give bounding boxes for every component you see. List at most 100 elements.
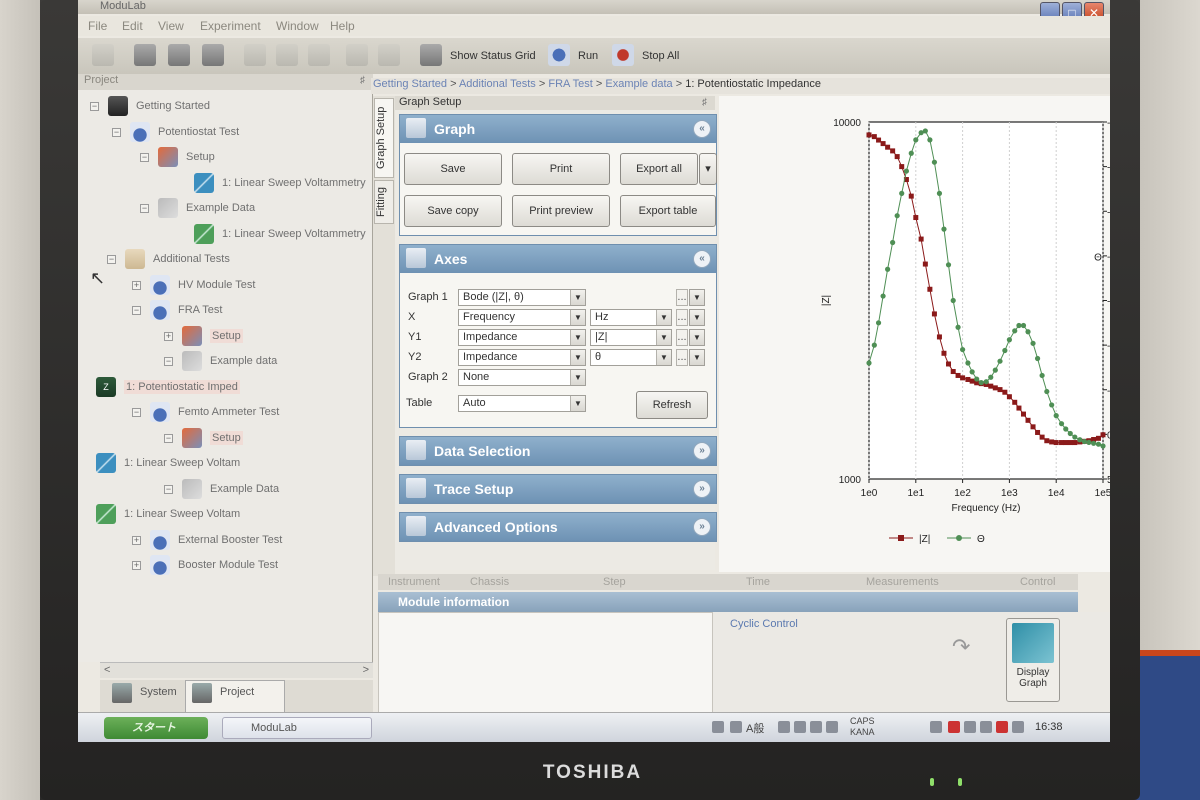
breadcrumb-item[interactable]: FRA Test bbox=[548, 78, 592, 90]
network-icon[interactable] bbox=[964, 721, 976, 733]
collapse-icon[interactable]: − bbox=[112, 127, 121, 137]
menu-edit[interactable]: Edit bbox=[122, 19, 143, 33]
save-all-icon[interactable] bbox=[202, 44, 224, 66]
graph1-select[interactable]: Bode (|Z|, θ) ▼ bbox=[458, 289, 586, 306]
y1-quantity-select[interactable]: Impedance ▼ bbox=[458, 329, 586, 346]
stop-all-icon[interactable] bbox=[612, 44, 634, 66]
volume-icon[interactable] bbox=[1012, 721, 1024, 733]
cyclic-control-link[interactable]: Cyclic Control bbox=[730, 618, 798, 630]
run-button[interactable]: Run bbox=[578, 50, 598, 62]
advanced-options-header[interactable]: Advanced Options » bbox=[400, 513, 716, 541]
cut-icon[interactable] bbox=[244, 44, 266, 66]
breadcrumb-item[interactable]: Additional Tests bbox=[459, 78, 536, 90]
open-icon[interactable] bbox=[134, 44, 156, 66]
dictionary-icon[interactable] bbox=[778, 721, 790, 733]
expand-icon[interactable]: + bbox=[132, 535, 141, 545]
undo-icon[interactable] bbox=[346, 44, 368, 66]
print-button[interactable]: Print bbox=[512, 153, 610, 185]
back-icon[interactable] bbox=[930, 721, 942, 733]
taskbar-app-modulab[interactable]: ModuLab bbox=[222, 717, 372, 739]
tab-project[interactable]: Project bbox=[220, 686, 254, 698]
expand-icon[interactable]: » bbox=[693, 518, 711, 536]
collapse-icon[interactable]: « bbox=[693, 120, 711, 138]
y2-more-button[interactable]: ... bbox=[676, 349, 688, 366]
pin-icon[interactable]: ♯ bbox=[360, 75, 365, 86]
collapse-icon[interactable]: − bbox=[107, 255, 116, 264]
x-more-button[interactable]: ... bbox=[676, 309, 688, 326]
collapse-icon[interactable]: − bbox=[132, 306, 141, 315]
collapse-icon[interactable]: − bbox=[140, 153, 149, 162]
graph1-more-button[interactable]: ... bbox=[676, 289, 688, 306]
redo-icon[interactable] bbox=[378, 44, 400, 66]
collapse-icon[interactable]: − bbox=[164, 433, 173, 443]
ime-icon[interactable] bbox=[712, 721, 724, 733]
ime-mode-icon[interactable] bbox=[730, 721, 742, 733]
expand-icon[interactable]: + bbox=[132, 561, 141, 570]
menu-file[interactable]: File bbox=[88, 19, 107, 33]
paste-icon[interactable] bbox=[308, 44, 330, 66]
y1-unit-select[interactable]: |Z| ▼ bbox=[590, 329, 672, 346]
save-copy-button[interactable]: Save copy bbox=[404, 195, 502, 227]
data-selection-header[interactable]: Data Selection » bbox=[400, 437, 716, 465]
data-selection-section[interactable]: Data Selection » bbox=[399, 436, 717, 466]
bode-plot[interactable]: 1e0 1e1 1e2 1e3 1e4 1e5 10000 1000 -35 -30 -25 -20 -… bbox=[719, 96, 1110, 572]
new-icon[interactable] bbox=[92, 44, 114, 66]
return-arrow-icon[interactable]: ↷ bbox=[952, 634, 980, 659]
pin-icon[interactable]: ♯ bbox=[702, 97, 707, 108]
security-icon[interactable] bbox=[996, 721, 1008, 733]
display-graph-button[interactable]: Display Graph bbox=[1006, 618, 1060, 702]
y1-more-button[interactable]: ... bbox=[676, 329, 688, 346]
copy-icon[interactable] bbox=[276, 44, 298, 66]
breadcrumb-item[interactable]: Example data bbox=[605, 78, 672, 90]
x-extra-select[interactable]: ▼ bbox=[689, 309, 705, 326]
y2-unit-select[interactable]: θ ▼ bbox=[590, 349, 672, 366]
horizontal-scrollbar[interactable]: < > bbox=[100, 662, 373, 678]
expand-icon[interactable]: » bbox=[693, 480, 711, 498]
menu-window[interactable]: Window bbox=[276, 19, 319, 33]
axes-section-header[interactable]: Axes « bbox=[400, 245, 716, 273]
menu-help[interactable]: Help bbox=[330, 19, 355, 33]
expand-icon[interactable]: » bbox=[693, 442, 711, 460]
y1-extra-select[interactable]: ▼ bbox=[689, 329, 705, 346]
table-select[interactable]: Auto ▼ bbox=[458, 395, 586, 412]
collapse-icon[interactable]: − bbox=[164, 484, 173, 494]
trace-setup-header[interactable]: Trace Setup » bbox=[400, 475, 716, 503]
expand-icon[interactable]: + bbox=[132, 280, 141, 290]
print-preview-button[interactable]: Print preview bbox=[512, 195, 610, 227]
help-icon[interactable] bbox=[810, 721, 822, 733]
start-button[interactable]: スタート bbox=[104, 717, 208, 739]
save-icon[interactable] bbox=[168, 44, 190, 66]
expand-icon[interactable]: + bbox=[164, 331, 173, 341]
export-dropdown-button[interactable]: ▾ bbox=[699, 153, 717, 185]
menu-view[interactable]: View bbox=[158, 19, 184, 33]
breadcrumb-item[interactable]: Getting Started bbox=[373, 78, 447, 90]
x-quantity-select[interactable]: Frequency ▼ bbox=[458, 309, 586, 326]
run-icon[interactable] bbox=[548, 44, 570, 66]
advanced-options-section[interactable]: Advanced Options » bbox=[399, 512, 717, 542]
settings-icon[interactable] bbox=[826, 721, 838, 733]
ati-icon[interactable] bbox=[948, 721, 960, 733]
tab-system[interactable]: System bbox=[140, 686, 177, 698]
save-button[interactable]: Save bbox=[404, 153, 502, 185]
ime-label[interactable]: A般 bbox=[746, 720, 764, 736]
scroll-right-icon[interactable]: > bbox=[363, 664, 369, 676]
collapse-icon[interactable]: − bbox=[140, 204, 149, 213]
graph1-extra-select[interactable]: ▼ bbox=[689, 289, 705, 306]
status-grid-icon[interactable] bbox=[420, 44, 442, 66]
scroll-left-icon[interactable]: < bbox=[104, 664, 110, 676]
export-all-button[interactable]: Export all bbox=[620, 153, 698, 185]
y2-quantity-select[interactable]: Impedance ▼ bbox=[458, 349, 586, 366]
tab-graph-setup[interactable]: Graph Setup bbox=[374, 98, 394, 178]
refresh-button[interactable]: Refresh bbox=[636, 391, 708, 419]
collapse-icon[interactable]: « bbox=[693, 250, 711, 268]
stop-all-button[interactable]: Stop All bbox=[642, 50, 679, 62]
y2-extra-select[interactable]: ▼ bbox=[689, 349, 705, 366]
module-information-bar[interactable]: Module information bbox=[378, 592, 1078, 612]
graph-section-header[interactable]: Graph « bbox=[400, 115, 716, 143]
collapse-icon[interactable]: − bbox=[132, 408, 141, 417]
tab-fitting[interactable]: Fitting bbox=[374, 180, 394, 224]
trace-setup-section[interactable]: Trace Setup » bbox=[399, 474, 717, 504]
collapse-icon[interactable]: − bbox=[164, 357, 173, 366]
show-status-grid-button[interactable]: Show Status Grid bbox=[450, 50, 536, 62]
power-icon[interactable] bbox=[980, 721, 992, 733]
